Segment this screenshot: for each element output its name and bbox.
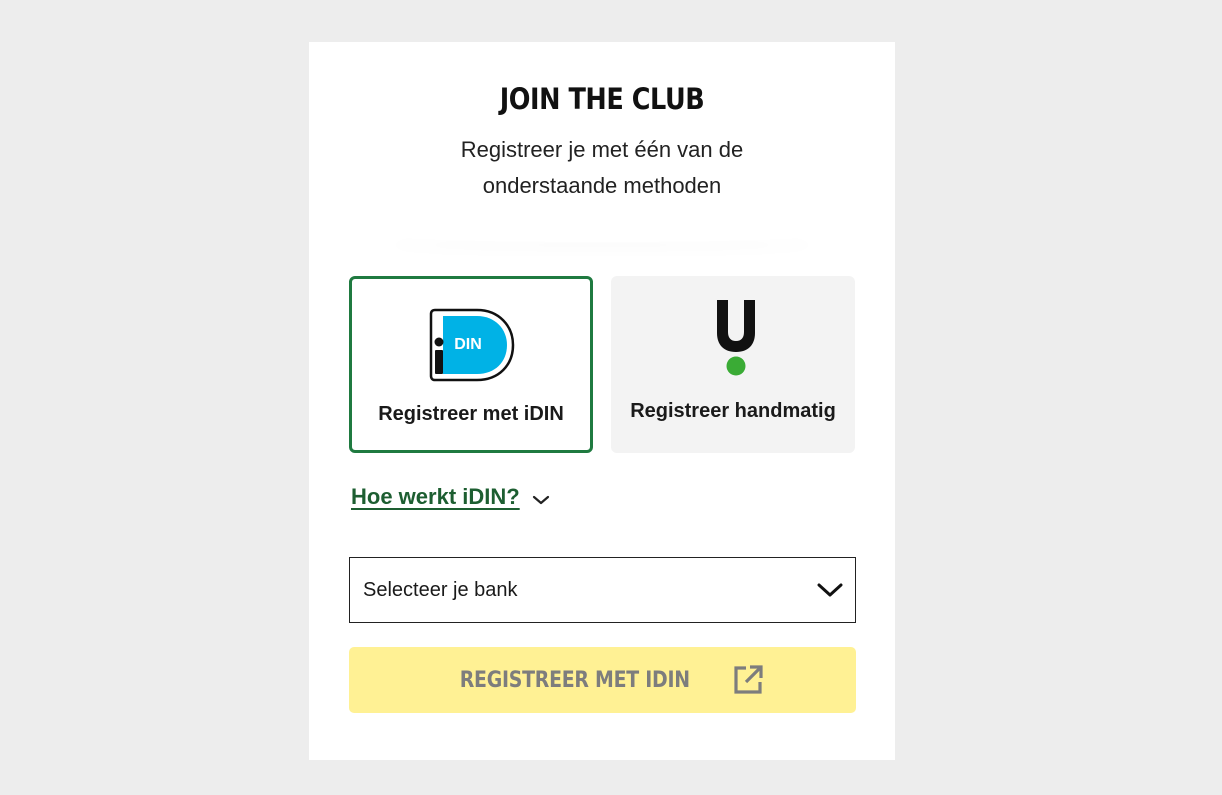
method-option-idin[interactable]: DIN Registreer met iDIN <box>349 276 593 453</box>
method-label-manual: Registreer handmatig <box>630 400 836 422</box>
chevron-down-icon <box>817 583 843 597</box>
bank-select-value: Selecteer je bank <box>363 578 518 601</box>
howto-idin-toggle[interactable]: Hoe werkt iDIN? <box>351 484 550 510</box>
idin-logo: DIN <box>429 308 515 382</box>
register-idin-button-label: REGISTREER MET IDIN <box>459 667 690 693</box>
bank-select[interactable]: Selecteer je bank <box>349 557 856 623</box>
register-idin-button[interactable]: REGISTREER MET IDIN <box>349 647 856 713</box>
external-link-icon <box>734 665 763 694</box>
header-divider-shadow <box>379 228 825 242</box>
idin-logo-text: DIN <box>454 336 482 353</box>
page-title: JOIN THE CLUB <box>499 82 705 116</box>
page-subtitle: Registreer je met één van de onderstaand… <box>460 137 744 198</box>
howto-idin-link[interactable]: Hoe werkt iDIN? <box>351 484 520 510</box>
registration-card: JOIN THE CLUB Registreer je met één van … <box>309 42 895 760</box>
method-label-idin: Registreer met iDIN <box>378 403 564 425</box>
chevron-down-icon <box>532 495 549 505</box>
method-option-manual[interactable]: Registreer handmatig <box>611 276 855 453</box>
u-logo <box>717 300 755 376</box>
header-block: JOIN THE CLUB Registreer je met één van … <box>309 42 895 242</box>
